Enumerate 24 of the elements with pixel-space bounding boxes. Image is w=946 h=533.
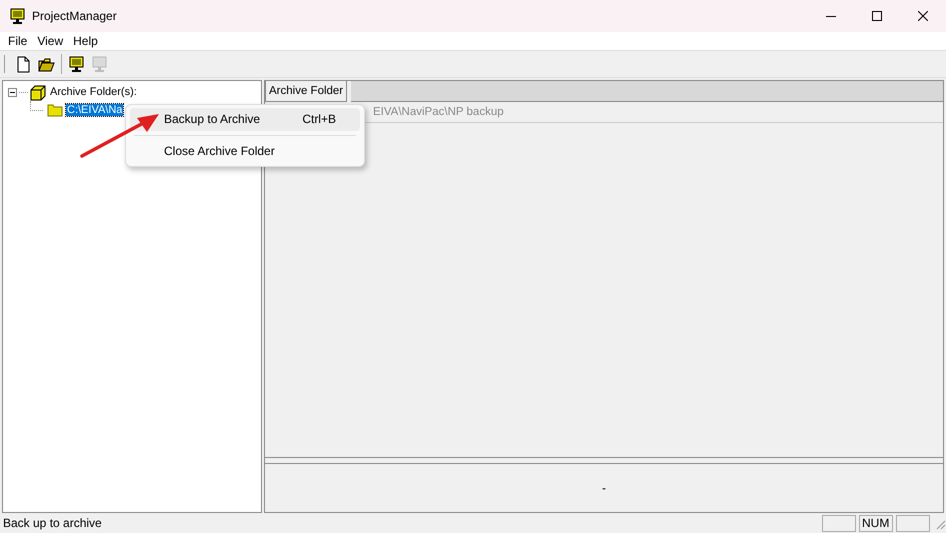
column-header[interactable]: Archive Folder — [265, 81, 348, 102]
tree-item[interactable]: Archive Folder(s): — [49, 86, 138, 98]
archive-box-icon — [30, 84, 47, 100]
menu-item[interactable]: Help — [68, 34, 103, 48]
status-text: Back up to archive — [3, 516, 103, 530]
monitor-icon[interactable] — [68, 56, 85, 72]
window-title: ProjectManager — [32, 9, 117, 23]
tree-item[interactable]: C:\EIVA\Na — [66, 104, 124, 116]
detail-text: - — [602, 481, 606, 495]
menu-item[interactable]: Backup to Archive Ctrl+B — [130, 108, 360, 131]
close-icon[interactable] — [918, 11, 928, 21]
menu-item[interactable]: File — [3, 34, 32, 48]
app-icon — [9, 8, 26, 24]
new-file-icon[interactable] — [15, 56, 32, 72]
open-folder-icon[interactable] — [38, 56, 55, 72]
status-pane: NUM — [859, 514, 893, 532]
status-pane — [896, 514, 930, 532]
folder-icon — [47, 102, 64, 118]
status-pane — [822, 514, 856, 532]
maximize-icon[interactable] — [872, 11, 882, 21]
splitter-bar[interactable] — [265, 457, 943, 464]
collapse-icon[interactable] — [8, 88, 17, 96]
menu-item[interactable]: View — [32, 34, 68, 48]
menu-item[interactable]: Close Archive Folder — [130, 140, 360, 163]
